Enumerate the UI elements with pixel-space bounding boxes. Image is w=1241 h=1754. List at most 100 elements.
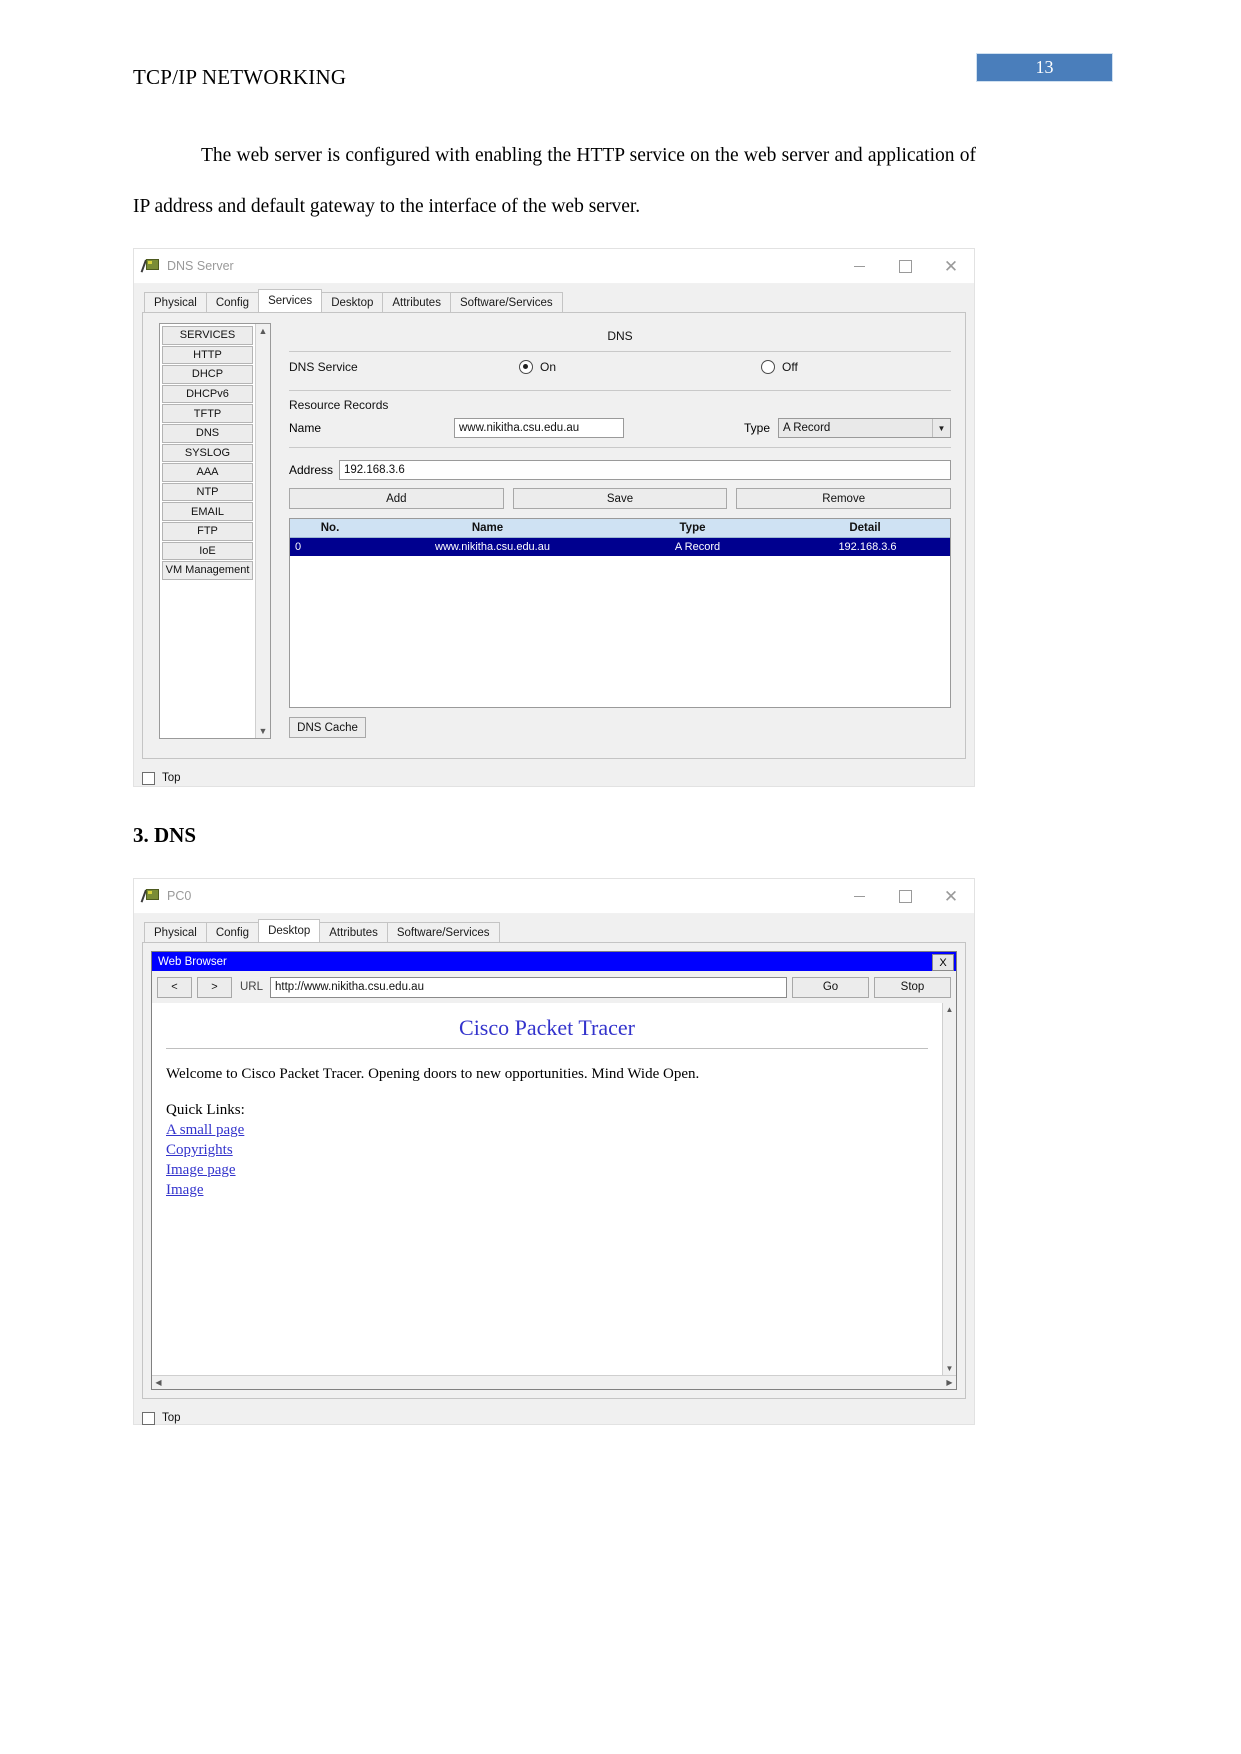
dns-window-body: Physical Config Services Desktop Attributes S… [134, 284, 974, 759]
service-item-ntp[interactable]: NTP [162, 482, 253, 502]
dns-window-titlebar: DNS Server ✕ [134, 249, 974, 284]
tab-config[interactable]: Config [205, 922, 260, 942]
top-checkbox[interactable] [142, 1411, 155, 1425]
browser-close-button[interactable]: X [932, 954, 954, 971]
close-icon[interactable]: ✕ [928, 249, 974, 283]
column-header-no: No. [320, 522, 340, 534]
top-checkbox-label: Top [162, 772, 181, 784]
divider [166, 1048, 928, 1049]
go-button[interactable]: Go [792, 976, 869, 998]
table-cell: A Record [674, 541, 721, 553]
quick-link-copyrights[interactable]: Copyrights [166, 1142, 928, 1159]
records-table: No. Name Type Detail 0 www.nikitha.csu.ed… [289, 518, 951, 708]
service-item-dhcpv6[interactable]: DHCPv6 [162, 384, 253, 404]
minimize-icon[interactable] [836, 249, 882, 283]
pc0-tab-bar: Physical Config Desktop Attributes Software/… [144, 919, 966, 942]
pc0-window-title: PC0 [167, 889, 192, 903]
services-scrollbar[interactable]: ▲ ▼ [255, 324, 270, 738]
dns-window-title: DNS Server [167, 259, 234, 273]
scroll-down-icon[interactable]: ▼ [943, 1362, 956, 1375]
service-item-vm-management[interactable]: VM Management [162, 561, 253, 580]
tab-services[interactable]: Services [258, 289, 323, 312]
chevron-down-icon[interactable]: ▼ [932, 419, 950, 437]
maximize-icon[interactable] [882, 879, 928, 913]
document-header: TCP/IP NETWORKING 13 [133, 53, 1113, 100]
add-button[interactable]: Add [289, 488, 504, 509]
name-input[interactable]: www.nikitha.csu.edu.au [454, 418, 624, 438]
radio-on-label: On [540, 360, 557, 374]
tab-label: Software/Services [459, 296, 553, 309]
resource-records-label: Resource Records [289, 398, 389, 412]
scroll-up-icon[interactable]: ▲ [256, 324, 270, 338]
rendered-page: Cisco Packet Tracer Welcome to Cisco Pac… [152, 1003, 942, 1375]
top-checkbox-label: Top [162, 1412, 181, 1424]
scroll-left-icon[interactable]: ◀ [152, 1376, 165, 1389]
service-item-ioe[interactable]: IoE [162, 541, 253, 561]
back-button[interactable]: < [157, 976, 192, 998]
pc0-window-footer: Top [134, 1399, 974, 1437]
quick-links-list: A small page Copyrights Image page Image [166, 1122, 928, 1199]
dns-service-label: DNS Service [289, 360, 358, 374]
name-label: Name [289, 421, 322, 435]
tab-software-services[interactable]: Software/Services [386, 922, 500, 942]
tab-label: Desktop [268, 925, 311, 937]
table-row[interactable]: 0 www.nikitha.csu.edu.au A Record 192.168.3… [290, 538, 950, 556]
service-item-aaa[interactable]: AAA [162, 463, 253, 482]
remove-button[interactable]: Remove [736, 488, 952, 509]
tab-config[interactable]: Config [205, 292, 260, 312]
service-item-tftp[interactable]: TFTP [162, 404, 253, 423]
browser-horizontal-scrollbar[interactable]: ◀ ▶ [152, 1375, 956, 1389]
radio-dot-icon [761, 360, 776, 374]
dns-config-area: DNS DNS Service On Off Resource Records … [289, 323, 952, 748]
page-number-badge: 13 [976, 53, 1113, 82]
service-item-syslog[interactable]: SYSLOG [162, 443, 253, 463]
tab-physical[interactable]: Physical [144, 292, 207, 312]
quick-link-a-small-page[interactable]: A small page [166, 1122, 928, 1139]
service-item-ftp[interactable]: FTP [162, 521, 253, 541]
dns-service-off-radio[interactable]: Off [761, 360, 798, 374]
tab-physical[interactable]: Physical [144, 922, 207, 942]
save-button[interactable]: Save [512, 488, 728, 509]
cisco-packet-tracer-heading: Cisco Packet Tracer [459, 1015, 635, 1040]
welcome-text: Welcome to Cisco Packet Tracer. Opening … [166, 1066, 700, 1082]
service-item-http[interactable]: HTTP [162, 345, 253, 365]
table-header-row: No. Name Type Detail [290, 519, 950, 538]
table-cell: 0 [295, 541, 302, 553]
quick-link-image-page[interactable]: Image page [166, 1162, 928, 1179]
type-selected-value: A Record [783, 422, 831, 434]
address-input[interactable]: 192.168.3.6 [339, 460, 951, 480]
tab-attributes[interactable]: Attributes [382, 292, 451, 312]
pc0-window-titlebar: PC0 ✕ [134, 879, 974, 914]
service-item-services[interactable]: SERVICES [162, 326, 253, 345]
dns-service-on-radio[interactable]: On [519, 360, 556, 374]
address-label: Address [289, 463, 334, 477]
tab-label: Software/Services [396, 926, 490, 939]
scroll-right-icon[interactable]: ▶ [943, 1376, 956, 1389]
address-row: Address 192.168.3.6 [289, 460, 951, 480]
browser-vertical-scrollbar[interactable]: ▲ ▼ [942, 1003, 956, 1375]
maximize-icon[interactable] [882, 249, 928, 283]
tab-software-services[interactable]: Software/Services [449, 292, 563, 312]
tab-desktop[interactable]: Desktop [321, 292, 384, 312]
service-item-email[interactable]: EMAIL [162, 502, 253, 521]
service-item-dns[interactable]: DNS [162, 423, 253, 443]
scroll-down-icon[interactable]: ▼ [256, 724, 270, 738]
packet-tracer-icon [140, 258, 159, 274]
forward-button[interactable]: > [197, 976, 232, 998]
url-input[interactable]: http://www.nikitha.csu.edu.au [270, 976, 787, 998]
stop-button[interactable]: Stop [874, 976, 951, 998]
dns-services-panel: SERVICES HTTP DHCP DHCPv6 TFTP DNS SYSLOG AAA NT… [142, 312, 966, 759]
table-cell: www.nikitha.csu.edu.au [435, 541, 550, 553]
tab-attributes[interactable]: Attributes [319, 922, 388, 942]
minimize-icon[interactable] [836, 879, 882, 913]
dns-cache-button[interactable]: DNS Cache [289, 717, 366, 738]
service-item-dhcp[interactable]: DHCP [162, 365, 253, 384]
quick-links-label: Quick Links: [166, 1102, 245, 1118]
close-icon[interactable]: ✕ [928, 879, 974, 913]
type-select[interactable]: A Record ▼ [778, 418, 951, 438]
column-header-detail: Detail [849, 522, 881, 534]
tab-desktop[interactable]: Desktop [258, 919, 321, 942]
scroll-up-icon[interactable]: ▲ [943, 1003, 956, 1016]
quick-link-image[interactable]: Image [166, 1182, 928, 1199]
top-checkbox[interactable] [142, 771, 155, 785]
